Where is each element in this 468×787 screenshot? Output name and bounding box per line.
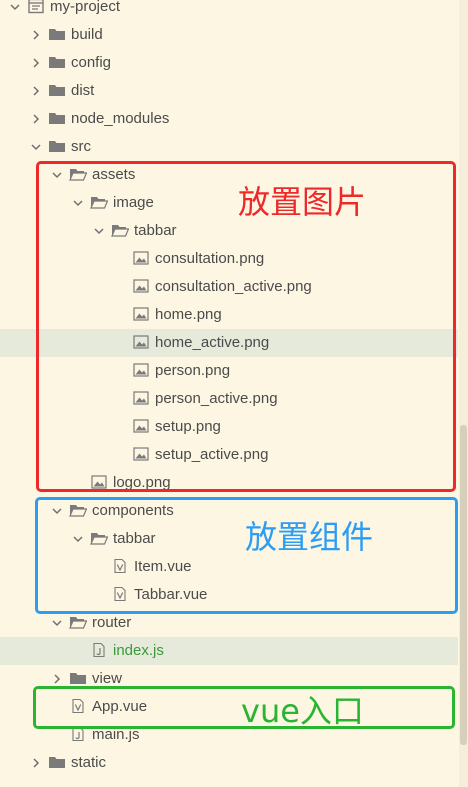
folder-icon xyxy=(48,110,66,126)
folder-open-icon xyxy=(69,614,88,630)
tree-item-my-project[interactable]: my-project xyxy=(0,0,458,21)
tree-item-build[interactable]: build xyxy=(0,21,458,49)
chevron-down-icon[interactable] xyxy=(30,140,42,152)
chevron-down-icon[interactable] xyxy=(51,616,63,628)
tree-item-label: static xyxy=(71,754,107,771)
tree-item-static[interactable]: static xyxy=(0,749,458,777)
chevron-down-icon[interactable] xyxy=(9,0,21,12)
tree-item-label: build xyxy=(71,26,103,43)
vertical-scrollbar[interactable] xyxy=(459,0,468,787)
tree-item-label: src xyxy=(71,138,91,155)
tree-item-label: router xyxy=(92,614,132,631)
folder-icon xyxy=(48,138,66,154)
chevron-right-icon[interactable] xyxy=(30,756,42,768)
tree-item-node-modules[interactable]: node_modules xyxy=(0,105,458,133)
tree-item-label: index.js xyxy=(113,642,164,659)
chevron-right-icon[interactable] xyxy=(30,56,42,68)
folder-icon xyxy=(69,670,87,686)
folder-icon xyxy=(48,82,66,98)
tree-item-dist[interactable]: dist xyxy=(0,77,458,105)
tree-item-src[interactable]: src xyxy=(0,133,458,161)
scrollbar-thumb[interactable] xyxy=(460,425,467,745)
js-file-icon xyxy=(90,642,108,658)
tree-item-label: my-project xyxy=(50,0,121,15)
annotation-entry: vue入口 xyxy=(241,692,364,730)
folder-icon xyxy=(48,26,66,42)
tree-item-index-js[interactable]: index.js xyxy=(0,637,458,665)
chevron-right-icon[interactable] xyxy=(51,672,63,684)
tree-item-label: dist xyxy=(71,82,95,99)
chevron-right-icon[interactable] xyxy=(30,28,42,40)
tree-item-config[interactable]: config xyxy=(0,49,458,77)
annotation-images: 放置图片 xyxy=(238,183,367,221)
annotation-components: 放置组件 xyxy=(245,518,374,556)
project-icon xyxy=(27,0,45,14)
folder-icon xyxy=(48,754,66,770)
tree-item-label: config xyxy=(71,54,112,71)
chevron-right-icon[interactable] xyxy=(30,84,42,96)
tree-item-label: node_modules xyxy=(71,110,170,127)
folder-icon xyxy=(48,54,66,70)
chevron-right-icon[interactable] xyxy=(30,112,42,124)
